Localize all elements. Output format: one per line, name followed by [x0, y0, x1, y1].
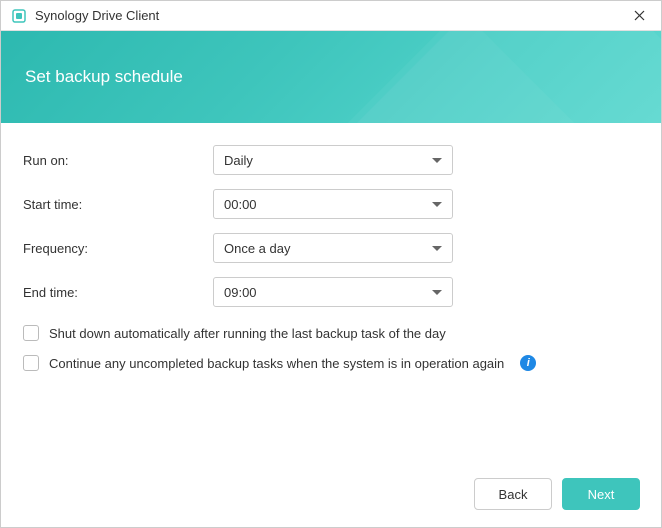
start-time-row: Start time: 00:00: [23, 189, 639, 219]
info-icon[interactable]: i: [520, 355, 536, 371]
shutdown-label: Shut down automatically after running th…: [49, 326, 446, 341]
frequency-select[interactable]: Once a day: [213, 233, 453, 263]
run-on-row: Run on: Daily: [23, 145, 639, 175]
chevron-down-icon: [432, 246, 442, 251]
shutdown-checkbox[interactable]: [23, 325, 39, 341]
chevron-down-icon: [432, 202, 442, 207]
continue-option-row: Continue any uncompleted backup tasks wh…: [23, 355, 639, 371]
frequency-row: Frequency: Once a day: [23, 233, 639, 263]
app-icon: [11, 8, 27, 24]
end-time-label: End time:: [23, 285, 213, 300]
back-button[interactable]: Back: [474, 478, 552, 510]
shutdown-option-row: Shut down automatically after running th…: [23, 325, 639, 341]
footer: Back Next: [474, 478, 640, 510]
window-title: Synology Drive Client: [35, 8, 627, 23]
frequency-value: Once a day: [224, 241, 432, 256]
continue-checkbox[interactable]: [23, 355, 39, 371]
run-on-select[interactable]: Daily: [213, 145, 453, 175]
run-on-value: Daily: [224, 153, 432, 168]
titlebar: Synology Drive Client: [1, 1, 661, 31]
continue-label: Continue any uncompleted backup tasks wh…: [49, 356, 504, 371]
start-time-select[interactable]: 00:00: [213, 189, 453, 219]
chevron-down-icon: [432, 158, 442, 163]
next-button[interactable]: Next: [562, 478, 640, 510]
header-banner: Set backup schedule: [1, 31, 661, 123]
chevron-down-icon: [432, 290, 442, 295]
content: Run on: Daily Start time: 00:00 Frequenc…: [1, 123, 661, 371]
start-time-value: 00:00: [224, 197, 432, 212]
run-on-label: Run on:: [23, 153, 213, 168]
page-title: Set backup schedule: [25, 67, 183, 87]
frequency-label: Frequency:: [23, 241, 213, 256]
end-time-select[interactable]: 09:00: [213, 277, 453, 307]
end-time-row: End time: 09:00: [23, 277, 639, 307]
end-time-value: 09:00: [224, 285, 432, 300]
start-time-label: Start time:: [23, 197, 213, 212]
close-icon[interactable]: [627, 4, 651, 28]
